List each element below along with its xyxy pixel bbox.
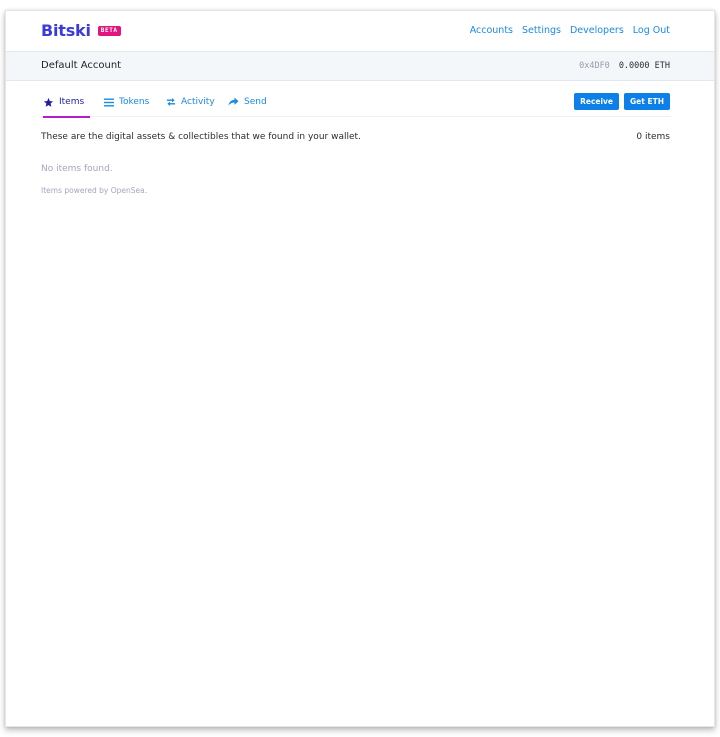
list-icon (104, 98, 114, 107)
app-window: Bitski BETA Accounts Settings Developers… (5, 10, 715, 727)
tab-send-label: Send (244, 97, 267, 107)
receive-button[interactable]: Receive (574, 93, 620, 110)
nav-logout-link[interactable]: Log Out (633, 25, 670, 36)
items-description: These are the digital assets & collectib… (41, 132, 361, 142)
tab-tokens-label: Tokens (119, 97, 150, 107)
powered-by-note: Items powered by OpenSea. (41, 186, 148, 195)
tab-activity[interactable]: Activity (166, 87, 215, 117)
tab-items-label: Items (59, 97, 85, 107)
wallet-balance: 0.0000 ETH (618, 61, 670, 71)
share-arrow-icon (228, 97, 239, 107)
brand-logo[interactable]: Bitski BETA (41, 21, 121, 40)
star-icon (43, 97, 54, 108)
wallet-actions: Receive Get ETH (574, 93, 670, 110)
account-summary: 0x4DF0 0.0000 ETH (579, 61, 670, 71)
arrows-swap-icon (166, 97, 176, 107)
tab-activity-label: Activity (181, 97, 215, 107)
empty-state-message: No items found. (41, 164, 113, 174)
top-bar: Bitski BETA Accounts Settings Developers… (6, 11, 714, 52)
tab-send[interactable]: Send (228, 87, 267, 117)
wallet-address[interactable]: 0x4DF0 (579, 61, 610, 71)
main-nav: Accounts Settings Developers Log Out (470, 25, 670, 36)
tab-tokens[interactable]: Tokens (104, 87, 149, 117)
beta-badge: BETA (97, 25, 121, 36)
nav-accounts-link[interactable]: Accounts (470, 25, 513, 36)
nav-settings-link[interactable]: Settings (522, 25, 561, 36)
nav-developers-link[interactable]: Developers (570, 25, 624, 36)
get-eth-button[interactable]: Get ETH (624, 93, 670, 110)
account-name: Default Account (41, 60, 122, 71)
tab-items[interactable]: Items (43, 87, 91, 118)
account-bar: Default Account 0x4DF0 0.0000 ETH (6, 52, 714, 81)
item-count: 0 items (636, 132, 670, 142)
brand-name: Bitski (41, 21, 91, 40)
